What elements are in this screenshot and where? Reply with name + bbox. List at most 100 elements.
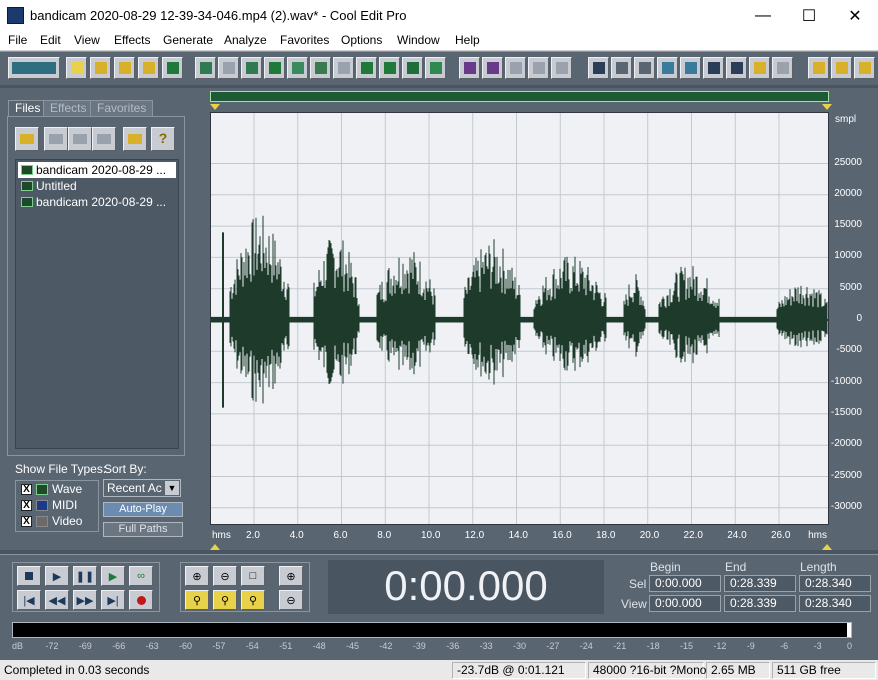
close-file-button[interactable] xyxy=(162,57,183,79)
multitrack-toggle-button[interactable] xyxy=(8,57,60,79)
files-pane: ? bandicam 2020-08-29 ... Untitled bandi… xyxy=(7,116,185,456)
rewind-button[interactable]: ◀◀ xyxy=(45,590,69,610)
info-view-button[interactable] xyxy=(680,57,701,79)
video-checkbox[interactable]: X xyxy=(21,516,32,527)
menu-effects[interactable]: Effects xyxy=(114,31,150,47)
list-item[interactable]: bandicam 2020-08-29 ... xyxy=(18,194,176,210)
end-marker-icon[interactable] xyxy=(822,104,832,110)
view-end-field[interactable]: 0:28.339 xyxy=(724,595,796,612)
redo-button[interactable] xyxy=(218,57,239,79)
list-item[interactable]: bandicam 2020-08-29 ... xyxy=(18,162,176,178)
play-to-end-button[interactable]: ▶ xyxy=(101,566,125,586)
grid-button-3[interactable] xyxy=(551,57,572,79)
options-button[interactable] xyxy=(123,127,147,151)
time-display-button[interactable] xyxy=(703,57,724,79)
menu-help[interactable]: Help xyxy=(455,31,480,47)
open-file-button[interactable] xyxy=(90,57,111,79)
repeat-button[interactable] xyxy=(241,57,262,79)
meter-tick-label: -9 xyxy=(746,641,755,651)
zoom-to-right-icon[interactable]: ⚲ xyxy=(213,590,237,610)
text-tool-button[interactable] xyxy=(854,57,875,79)
midi-checkbox[interactable]: X xyxy=(21,500,32,511)
close-button[interactable]: ✕ xyxy=(832,0,878,31)
view-begin-field[interactable]: 0:00.000 xyxy=(649,595,721,612)
go-to-start-button[interactable]: |◀ xyxy=(17,590,41,610)
menu-edit[interactable]: Edit xyxy=(40,31,61,47)
zoom-to-left-icon[interactable]: ⚲ xyxy=(185,590,209,610)
tab-files[interactable]: Files xyxy=(8,100,48,116)
undo-button[interactable] xyxy=(195,57,216,79)
open-folder-button[interactable] xyxy=(15,127,39,151)
new-file-button[interactable] xyxy=(66,57,87,79)
view-waveform-button[interactable] xyxy=(588,57,609,79)
transport-view-button[interactable] xyxy=(772,57,793,79)
menu-file[interactable]: File xyxy=(8,31,27,47)
pause-button[interactable]: ❚❚ xyxy=(73,566,97,586)
settings-gear-button[interactable] xyxy=(808,57,829,79)
sort-by-select[interactable]: Recent Ac ▼ xyxy=(103,479,181,497)
zoom-view-button[interactable] xyxy=(657,57,678,79)
full-paths-button[interactable]: Full Paths xyxy=(103,522,183,537)
save-all-button[interactable] xyxy=(138,57,159,79)
frequency-analysis-button[interactable] xyxy=(459,57,480,79)
trim-button[interactable] xyxy=(402,57,423,79)
level-meter-button[interactable] xyxy=(749,57,770,79)
zoom-full-icon[interactable]: □ xyxy=(241,566,265,586)
fast-forward-button[interactable]: ▶▶ xyxy=(73,590,97,610)
grid-button-1[interactable] xyxy=(505,57,526,79)
minimize-button[interactable]: — xyxy=(740,0,786,31)
zoom-in-icon[interactable]: ⊕ xyxy=(185,566,209,586)
maximize-button[interactable]: ☐ xyxy=(786,0,832,31)
x-tick-label: 16.0 xyxy=(552,530,572,541)
tab-effects[interactable]: Effects xyxy=(43,100,94,116)
tab-favorites[interactable]: Favorites xyxy=(90,100,154,116)
cut-button[interactable] xyxy=(310,57,331,79)
delete-silence-button[interactable] xyxy=(425,57,446,79)
sel-begin-field[interactable]: 0:00.000 xyxy=(649,575,721,592)
start-marker-icon[interactable] xyxy=(210,104,220,110)
view-spectral-button[interactable] xyxy=(611,57,632,79)
menu-favorites[interactable]: Favorites xyxy=(280,31,329,47)
end-marker-bottom-icon[interactable] xyxy=(822,544,832,550)
sel-end-field[interactable]: 0:28.339 xyxy=(724,575,796,592)
copy-to-new-button[interactable] xyxy=(287,57,308,79)
begin-header: Begin xyxy=(650,560,681,574)
phase-analysis-button[interactable] xyxy=(482,57,503,79)
loop-button[interactable]: ∞ xyxy=(129,566,153,586)
help-icon[interactable]: ? xyxy=(151,127,175,151)
sel-length-field[interactable]: 0:28.340 xyxy=(799,575,871,592)
grid-button-2[interactable] xyxy=(528,57,549,79)
zoom-selection-icon[interactable]: ⚲ xyxy=(241,590,265,610)
wave-checkbox[interactable]: X xyxy=(21,484,32,495)
insert-multitrack-button[interactable] xyxy=(68,127,92,151)
view-cue-button[interactable] xyxy=(634,57,655,79)
mix-paste-button[interactable] xyxy=(379,57,400,79)
record-button[interactable] xyxy=(129,590,153,610)
view-length-field[interactable]: 0:28.340 xyxy=(799,595,871,612)
play-button[interactable]: ▶ xyxy=(45,566,69,586)
paste-button[interactable] xyxy=(333,57,354,79)
paste-to-new-button[interactable] xyxy=(356,57,377,79)
copy-button[interactable] xyxy=(264,57,285,79)
go-to-end-button[interactable]: ▶| xyxy=(101,590,125,610)
list-item[interactable]: Untitled xyxy=(18,178,176,194)
meter-tick-label: -27 xyxy=(546,641,560,651)
menu-analyze[interactable]: Analyze xyxy=(224,31,267,47)
stop-button[interactable] xyxy=(17,566,41,586)
edit-tool-button[interactable] xyxy=(831,57,852,79)
menu-view[interactable]: View xyxy=(74,31,100,47)
zoom-out-vertical-icon[interactable]: ⊖ xyxy=(279,590,303,610)
save-button[interactable] xyxy=(114,57,135,79)
start-marker-bottom-icon[interactable] xyxy=(210,544,220,550)
zoom-out-icon[interactable]: ⊖ xyxy=(213,566,237,586)
zoom-in-vertical-icon[interactable]: ⊕ xyxy=(279,566,303,586)
menu-generate[interactable]: Generate xyxy=(163,31,213,47)
waveform-display[interactable] xyxy=(210,112,829,525)
menu-options[interactable]: Options xyxy=(341,31,382,47)
status-bar-button[interactable] xyxy=(726,57,747,79)
close-file-pane-button[interactable] xyxy=(44,127,68,151)
auto-play-button[interactable]: Auto-Play xyxy=(103,502,183,517)
overview-bar[interactable] xyxy=(210,91,829,102)
insert-playlist-button[interactable] xyxy=(92,127,116,151)
menu-window[interactable]: Window xyxy=(397,31,440,47)
